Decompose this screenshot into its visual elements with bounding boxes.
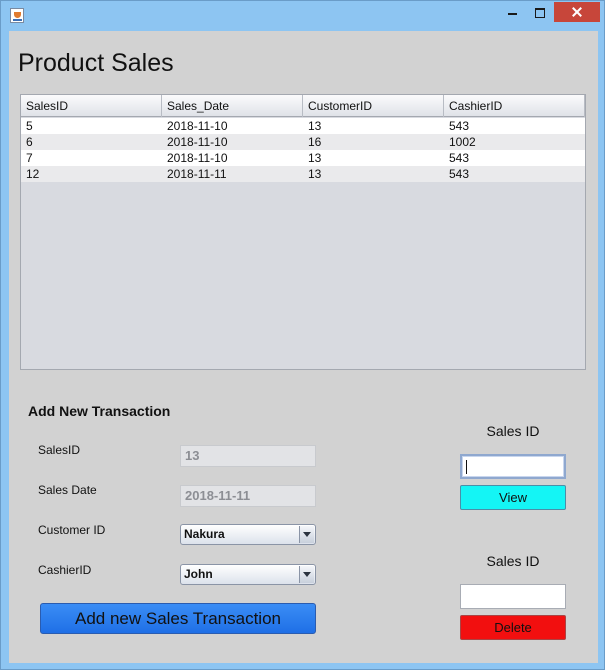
view-sales-id-label: Sales ID xyxy=(486,423,540,439)
delete-button[interactable]: Delete xyxy=(460,615,566,640)
table-row[interactable]: 7 2018-11-10 13 543 xyxy=(21,150,585,166)
sales-date-label: Sales Date xyxy=(38,483,97,497)
column-header-customerid[interactable]: CustomerID xyxy=(303,95,444,117)
cashier-select-value: John xyxy=(184,567,213,581)
table-header: SalesID Sales_Date CustomerID CashierID xyxy=(21,95,585,117)
customer-id-label: Customer ID xyxy=(38,523,106,537)
view-sales-id-input[interactable] xyxy=(460,454,566,479)
chevron-down-icon[interactable] xyxy=(299,526,314,543)
cell-customerid: 13 xyxy=(308,167,322,181)
sales-id-label: SalesID xyxy=(38,443,81,457)
page-title: Product Sales xyxy=(18,49,174,77)
cell-cashierid: 1002 xyxy=(449,135,476,149)
form-title: Add New Transaction xyxy=(28,403,171,419)
column-header-sales-date[interactable]: Sales_Date xyxy=(162,95,303,117)
cell-cashierid: 543 xyxy=(449,167,470,181)
delete-sales-id-input[interactable] xyxy=(460,584,566,609)
cell-sales-date: 2018-11-10 xyxy=(167,135,228,149)
app-window: Product Sales SalesID Sales_Date Custome… xyxy=(0,0,605,670)
cell-salesid: 7 xyxy=(26,151,33,165)
java-icon[interactable] xyxy=(10,8,24,23)
table-row[interactable]: 5 2018-11-10 13 543 xyxy=(21,118,585,134)
close-button[interactable] xyxy=(554,2,600,22)
column-header-cashierid[interactable]: CashierID xyxy=(444,95,585,117)
text-caret xyxy=(466,460,467,474)
cell-customerid: 13 xyxy=(308,151,322,165)
minimize-button[interactable] xyxy=(498,2,526,22)
table-row[interactable]: 12 2018-11-11 13 543 xyxy=(21,166,585,182)
customer-select-value: Nakura xyxy=(184,527,225,541)
cell-salesid: 5 xyxy=(26,119,33,133)
sales-date-field: 2018-11-11 xyxy=(180,485,316,507)
cashier-id-label: CashierID xyxy=(38,563,92,577)
title-bar[interactable] xyxy=(1,1,604,31)
cell-sales-date: 2018-11-11 xyxy=(167,167,227,181)
cell-salesid: 12 xyxy=(26,167,40,181)
delete-sales-id-label: Sales ID xyxy=(486,553,540,569)
customer-select[interactable]: Nakura xyxy=(180,524,316,545)
cell-salesid: 6 xyxy=(26,135,33,149)
cell-customerid: 16 xyxy=(308,135,322,149)
cell-cashierid: 543 xyxy=(449,151,470,165)
cell-sales-date: 2018-11-10 xyxy=(167,151,228,165)
sales-table[interactable]: SalesID Sales_Date CustomerID CashierID … xyxy=(20,94,586,370)
chevron-down-icon[interactable] xyxy=(299,566,314,583)
cell-sales-date: 2018-11-10 xyxy=(167,119,228,133)
cashier-select[interactable]: John xyxy=(180,564,316,585)
maximize-button[interactable] xyxy=(526,2,553,22)
sales-id-field: 13 xyxy=(180,445,316,467)
cell-cashierid: 543 xyxy=(449,119,470,133)
view-button[interactable]: View xyxy=(460,485,566,510)
content-pane: Product Sales SalesID Sales_Date Custome… xyxy=(9,31,598,663)
add-transaction-button[interactable]: Add new Sales Transaction xyxy=(40,603,316,634)
table-row[interactable]: 6 2018-11-10 16 1002 xyxy=(21,134,585,150)
column-header-salesid[interactable]: SalesID xyxy=(21,95,162,117)
cell-customerid: 13 xyxy=(308,119,322,133)
